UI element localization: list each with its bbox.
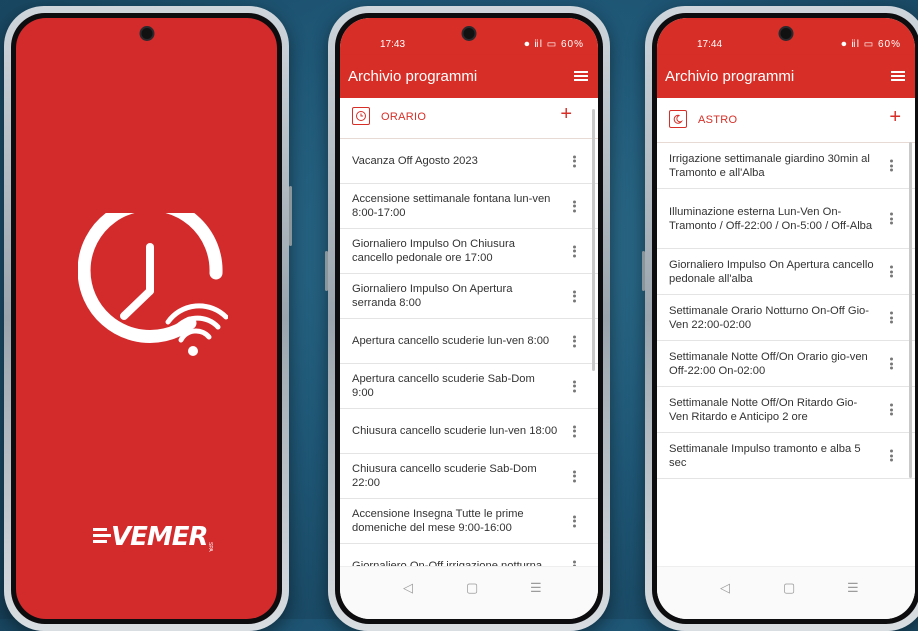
more-options-icon[interactable] — [573, 289, 576, 304]
program-label: Giornaliero Impulso On Apertura cancello… — [669, 258, 874, 285]
program-item[interactable]: Irrigazione settimanale giardino 30min a… — [657, 143, 915, 189]
more-options-icon[interactable] — [890, 310, 893, 325]
program-label: Giornaliero Impulso On Chiusura cancello… — [352, 238, 515, 264]
orario-screen: 17:43 ⏺ ⅱl ▭ 60% Archivio programmi ORAR… — [340, 18, 598, 619]
phone-astro: 17:44 ⏺ ⅱl ▭ 60% Archivio programmi ASTR… — [642, 6, 918, 631]
side-button — [642, 251, 645, 291]
program-item[interactable]: Settimanale Notte Off/On Ritardo Gio-Ven… — [657, 387, 915, 433]
more-options-icon[interactable] — [573, 244, 576, 259]
status-icons: ⏺ ⅱl ▭ 60% — [841, 39, 901, 50]
page-title: Archivio programmi — [665, 68, 795, 85]
program-item[interactable]: Settimanale Notte Off/On Orario gio-ven … — [657, 341, 915, 387]
hamburger-menu-icon[interactable] — [891, 71, 905, 81]
more-options-icon[interactable] — [573, 424, 576, 439]
program-label: Accensione settimanale fontana lun-ven 8… — [352, 193, 551, 219]
moon-sun-icon — [669, 110, 687, 128]
phone-orario: 17:43 ⏺ ⅱl ▭ 60% Archivio programmi ORAR… — [325, 6, 610, 631]
more-options-icon[interactable] — [890, 356, 893, 371]
program-label: Illuminazione esterna Lun-Ven On-Tramont… — [669, 205, 873, 232]
program-item[interactable]: Chiusura cancello scuderie lun-ven 18:00 — [340, 409, 598, 454]
front-camera — [778, 26, 794, 41]
more-options-icon[interactable] — [573, 334, 576, 349]
program-item[interactable]: Giornaliero Impulso On Chiusura cancello… — [340, 229, 598, 274]
more-options-icon[interactable] — [890, 448, 893, 463]
brand-sub: SPA — [207, 542, 213, 552]
program-label: Settimanale Notte Off/On Orario gio-ven … — [669, 350, 868, 377]
add-program-button[interactable]: + — [560, 104, 572, 124]
program-label: Settimanale Impulso tramonto e alba 5 se… — [669, 442, 861, 469]
more-options-icon[interactable] — [890, 158, 893, 173]
more-options-icon[interactable] — [573, 379, 576, 394]
hamburger-menu-icon[interactable] — [574, 71, 588, 81]
program-item[interactable]: Accensione Insegna Tutte le prime domeni… — [340, 499, 598, 544]
recents-icon[interactable]: ☰ — [530, 580, 542, 596]
app-bar: Archivio programmi — [340, 55, 598, 98]
status-icons: ⏺ ⅱl ▭ 60% — [524, 39, 584, 50]
program-item[interactable]: Apertura cancello scuderie Sab-Dom 9:00 — [340, 364, 598, 409]
volume-button — [289, 186, 292, 246]
program-item[interactable]: Giornaliero Impulso On Apertura cancello… — [657, 249, 915, 295]
scrollbar[interactable] — [909, 142, 912, 478]
section-label: ORARIO — [381, 111, 427, 123]
more-options-icon[interactable] — [890, 211, 893, 226]
clock-icon — [352, 107, 370, 125]
astro-screen: 17:44 ⏺ ⅱl ▭ 60% Archivio programmi ASTR… — [657, 18, 915, 619]
wifi-icon — [165, 303, 228, 356]
program-item[interactable]: Chiusura cancello scuderie Sab-Dom 22:00 — [340, 454, 598, 499]
side-button — [325, 251, 328, 291]
program-list[interactable]: Vacanza Off Agosto 2023 Accensione settim… — [340, 139, 598, 589]
program-list[interactable]: Irrigazione settimanale giardino 30min a… — [657, 143, 915, 479]
more-options-icon[interactable] — [890, 264, 893, 279]
program-label: Chiusura cancello scuderie lun-ven 18:00 — [352, 425, 558, 437]
section-header-astro: ASTRO + — [657, 98, 915, 143]
program-item[interactable]: Settimanale Orario Notturno On-Off Gio-V… — [657, 295, 915, 341]
program-item[interactable]: Vacanza Off Agosto 2023 — [340, 139, 598, 184]
vemer-logo: VEMER SPA — [91, 516, 221, 556]
more-options-icon[interactable] — [890, 402, 893, 417]
program-label: Giornaliero Impulso On Apertura serranda… — [352, 283, 513, 309]
program-label: Apertura cancello scuderie Sab-Dom 9:00 — [352, 373, 535, 399]
phone-splash: VEMER SPA — [4, 6, 292, 631]
program-item[interactable]: Apertura cancello scuderie lun-ven 8:00 — [340, 319, 598, 364]
program-label: Settimanale Notte Off/On Ritardo Gio-Ven… — [669, 396, 858, 423]
clock-wifi-logo — [78, 213, 228, 356]
program-item[interactable]: Illuminazione esterna Lun-Ven On-Tramont… — [657, 189, 915, 249]
nav-bar: ◁ ▢ ☰ — [657, 566, 915, 619]
section-header-orario: ORARIO + — [340, 98, 598, 139]
section-label: ASTRO — [698, 114, 738, 126]
more-options-icon[interactable] — [573, 514, 576, 529]
more-options-icon[interactable] — [573, 199, 576, 214]
brand-name: VEMER — [111, 522, 209, 552]
program-item[interactable]: Settimanale Impulso tramonto e alba 5 se… — [657, 433, 915, 479]
program-item[interactable]: Accensione settimanale fontana lun-ven 8… — [340, 184, 598, 229]
phone-bezel: 17:44 ⏺ ⅱl ▭ 60% Archivio programmi ASTR… — [652, 13, 918, 624]
program-label: Irrigazione settimanale giardino 30min a… — [669, 152, 870, 179]
phone-bezel: VEMER SPA — [11, 13, 282, 624]
front-camera — [139, 26, 154, 41]
nav-bar: ◁ ▢ ☰ — [340, 566, 598, 619]
back-icon[interactable]: ◁ — [720, 580, 730, 596]
app-bar: Archivio programmi — [657, 55, 915, 98]
page-title: Archivio programmi — [348, 68, 478, 85]
program-label: Apertura cancello scuderie lun-ven 8:00 — [352, 335, 550, 347]
program-label: Chiusura cancello scuderie Sab-Dom 22:00 — [352, 463, 537, 489]
program-label: Settimanale Orario Notturno On-Off Gio-V… — [669, 304, 870, 331]
program-label: Accensione Insegna Tutte le prime domeni… — [352, 508, 524, 534]
program-label: Vacanza Off Agosto 2023 — [352, 155, 478, 167]
front-camera — [461, 26, 477, 41]
home-icon[interactable]: ▢ — [783, 580, 795, 596]
home-icon[interactable]: ▢ — [466, 580, 478, 596]
back-icon[interactable]: ◁ — [403, 580, 413, 596]
add-program-button[interactable]: + — [889, 107, 901, 127]
phone-bezel: 17:43 ⏺ ⅱl ▭ 60% Archivio programmi ORAR… — [335, 13, 603, 624]
splash-screen: VEMER SPA — [16, 18, 277, 619]
status-time: 17:43 — [380, 39, 406, 50]
more-options-icon[interactable] — [573, 469, 576, 484]
status-time: 17:44 — [697, 39, 723, 50]
more-options-icon[interactable] — [573, 154, 576, 169]
scrollbar[interactable] — [592, 109, 595, 371]
recents-icon[interactable]: ☰ — [847, 580, 859, 596]
program-item[interactable]: Giornaliero Impulso On Apertura serranda… — [340, 274, 598, 319]
